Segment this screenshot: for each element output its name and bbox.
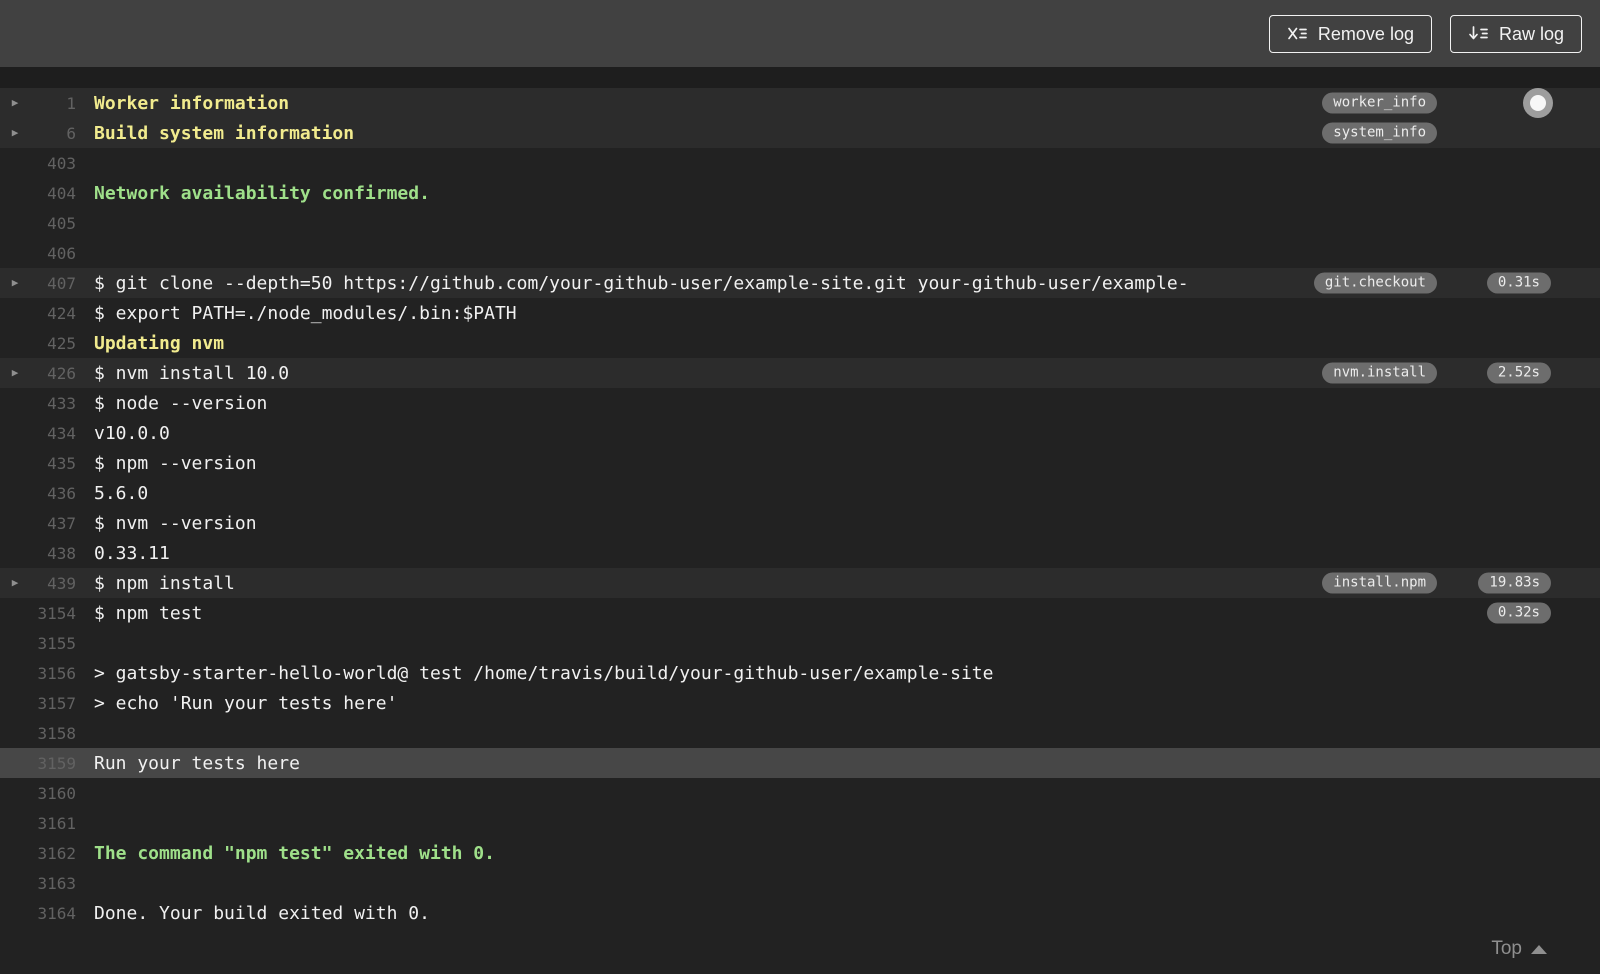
line-number[interactable]: 439 <box>30 574 76 593</box>
fold-toggle-chevron-right-icon[interactable]: ▶ <box>0 568 30 598</box>
build-log: ▶ 1 Worker information worker_info ▶ 6 Build s… <box>0 88 1600 974</box>
log-text: 5.6.0 <box>94 482 149 504</box>
log-row: 3161 <box>0 808 1600 838</box>
log-row: 434 v10.0.0 <box>0 418 1600 448</box>
line-number[interactable]: 404 <box>30 184 76 203</box>
log-row: 406 <box>0 238 1600 268</box>
log-row: 435 $ npm --version <box>0 448 1600 478</box>
fold-toggle-chevron-right-icon[interactable]: ▶ <box>0 268 30 298</box>
log-toolbar: Remove log Raw log <box>0 0 1600 67</box>
line-number[interactable]: 436 <box>30 484 76 503</box>
log-text: Done. Your build exited with 0. <box>94 902 430 924</box>
top-link[interactable]: Top <box>1491 938 1547 960</box>
log-text: The command "npm test" exited with 0. <box>94 842 495 864</box>
line-number[interactable]: 424 <box>30 304 76 323</box>
log-text: v10.0.0 <box>94 422 170 444</box>
raw-log-button[interactable]: Raw log <box>1449 14 1582 53</box>
log-text: > gatsby-starter-hello-world@ test /home… <box>94 662 994 684</box>
log-row: 437 $ nvm --version <box>0 508 1600 538</box>
job-tag-badge: system_info <box>1322 122 1437 144</box>
raw-log-label: Raw log <box>1498 23 1564 44</box>
log-row: 3154 $ npm test 0.32s <box>0 598 1600 628</box>
job-tag-badge: nvm.install <box>1322 362 1437 384</box>
top-link-label: Top <box>1491 938 1522 959</box>
line-number[interactable]: 3156 <box>30 664 76 683</box>
duration-badge: 0.32s <box>1486 602 1551 624</box>
log-row: 3157 > echo 'Run your tests here' <box>0 688 1600 718</box>
log-text: $ export PATH=./node_modules/.bin:$PATH <box>94 302 517 324</box>
log-row: 3158 <box>0 718 1600 748</box>
log-row: 3155 <box>0 628 1600 658</box>
line-number[interactable]: 403 <box>30 154 76 173</box>
line-number[interactable]: 407 <box>30 274 76 293</box>
log-row: 3159 Run your tests here <box>0 748 1600 778</box>
log-row: 436 5.6.0 <box>0 478 1600 508</box>
line-number[interactable]: 1 <box>30 94 76 113</box>
remove-log-button[interactable]: Remove log <box>1268 14 1432 53</box>
duration-badge: 2.52s <box>1486 362 1551 384</box>
log-row: 3162 The command "npm test" exited with 0… <box>0 838 1600 868</box>
log-row: ▶ 1 Worker information worker_info <box>0 88 1600 118</box>
job-tag-badge: worker_info <box>1322 92 1437 114</box>
log-text: $ npm --version <box>94 452 257 474</box>
line-number[interactable]: 437 <box>30 514 76 533</box>
line-number[interactable]: 3158 <box>30 724 76 743</box>
fold-toggle-chevron-right-icon[interactable]: ▶ <box>0 88 30 118</box>
arrow-down-list-icon <box>1468 25 1489 42</box>
fold-toggle-chevron-right-icon[interactable]: ▶ <box>0 358 30 388</box>
caret-up-icon <box>1531 944 1547 954</box>
log-text: 0.33.11 <box>94 542 170 564</box>
log-text: $ nvm --version <box>94 512 257 534</box>
line-number[interactable]: 405 <box>30 214 76 233</box>
x-list-icon <box>1287 25 1308 42</box>
log-row: 3160 <box>0 778 1600 808</box>
line-number[interactable]: 3154 <box>30 604 76 623</box>
log-text: $ npm test <box>94 602 203 624</box>
log-row: 405 <box>0 208 1600 238</box>
job-tag-badge: install.npm <box>1322 572 1437 594</box>
line-number[interactable]: 6 <box>30 124 76 143</box>
job-tag-badge: git.checkout <box>1313 272 1437 294</box>
log-row: ▶ 6 Build system information system_info <box>0 118 1600 148</box>
log-row: 403 <box>0 148 1600 178</box>
line-number[interactable]: 434 <box>30 424 76 443</box>
line-number[interactable]: 433 <box>30 394 76 413</box>
log-row: 425 Updating nvm <box>0 328 1600 358</box>
log-text: > echo 'Run your tests here' <box>94 692 398 714</box>
log-row: ▶ 439 $ npm install install.npm 19.83s <box>0 568 1600 598</box>
log-row: 3156 > gatsby-starter-hello-world@ test /… <box>0 658 1600 688</box>
line-number[interactable]: 406 <box>30 244 76 263</box>
log-row: ▶ 407 $ git clone --depth=50 https://githu… <box>0 268 1600 298</box>
scroll-knob[interactable] <box>1523 88 1553 118</box>
log-row: 438 0.33.11 <box>0 538 1600 568</box>
log-text: Run your tests here <box>94 752 300 774</box>
log-row: ▶ 426 $ nvm install 10.0 nvm.install 2.52s <box>0 358 1600 388</box>
log-text: $ node --version <box>94 392 268 414</box>
line-number[interactable]: 3162 <box>30 844 76 863</box>
line-number[interactable]: 425 <box>30 334 76 353</box>
line-number[interactable]: 3157 <box>30 694 76 713</box>
log-row: 3164 Done. Your build exited with 0. <box>0 898 1600 928</box>
line-number[interactable]: 3160 <box>30 784 76 803</box>
line-number[interactable]: 3155 <box>30 634 76 653</box>
log-text: Updating nvm <box>94 332 225 354</box>
log-row: 433 $ node --version <box>0 388 1600 418</box>
fold-toggle-chevron-right-icon[interactable]: ▶ <box>0 118 30 148</box>
line-number[interactable]: 3163 <box>30 874 76 893</box>
line-number[interactable]: 438 <box>30 544 76 563</box>
log-row: 3163 <box>0 868 1600 898</box>
log-row: 404 Network availability confirmed. <box>0 178 1600 208</box>
remove-log-label: Remove log <box>1317 23 1414 44</box>
line-number[interactable]: 3161 <box>30 814 76 833</box>
duration-badge: 19.83s <box>1478 572 1551 594</box>
duration-badge: 0.31s <box>1486 272 1551 294</box>
line-number[interactable]: 426 <box>30 364 76 383</box>
line-number[interactable]: 3159 <box>30 754 76 773</box>
line-number[interactable]: 3164 <box>30 904 76 923</box>
line-number[interactable]: 435 <box>30 454 76 473</box>
log-row: 424 $ export PATH=./node_modules/.bin:$PA… <box>0 298 1600 328</box>
log-text: Network availability confirmed. <box>94 182 430 204</box>
